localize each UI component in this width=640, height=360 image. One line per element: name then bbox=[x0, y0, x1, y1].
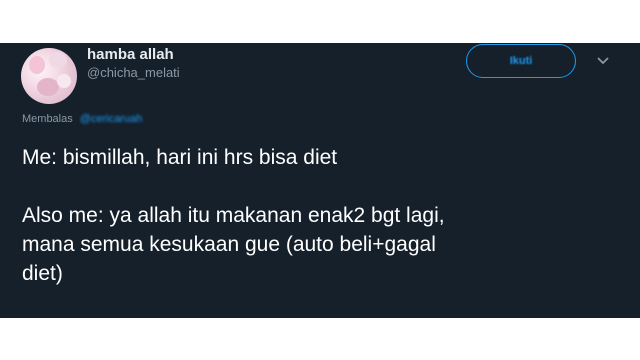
follow-button[interactable]: Ikuti bbox=[466, 44, 576, 78]
reply-mention-link[interactable]: @cericaruah bbox=[80, 113, 143, 125]
tweet-line: Also me: ya allah itu makanan enak2 bgt … bbox=[22, 204, 445, 227]
tweet-line: mana semua kesukaan gue (auto beli+gagal bbox=[22, 233, 436, 256]
follow-button-label: Ikuti bbox=[509, 55, 533, 67]
chevron-down-icon[interactable] bbox=[596, 56, 610, 66]
display-name[interactable]: hamba allah bbox=[87, 46, 174, 63]
tweet-line: Me: bismillah, hari ini hrs bisa diet bbox=[22, 146, 338, 169]
tweet-text: Me: bismillah, hari ini hrs bisa diet Al… bbox=[22, 143, 622, 288]
avatar[interactable] bbox=[21, 48, 77, 104]
reply-label: Membalas bbox=[22, 113, 73, 125]
tweet-line: diet) bbox=[22, 262, 63, 285]
tweet-card: hamba allah @chicha_melati Ikuti Membala… bbox=[0, 43, 640, 318]
reply-context: Membalas @cericaruah bbox=[22, 113, 142, 125]
user-handle[interactable]: @chicha_melati bbox=[87, 65, 180, 80]
